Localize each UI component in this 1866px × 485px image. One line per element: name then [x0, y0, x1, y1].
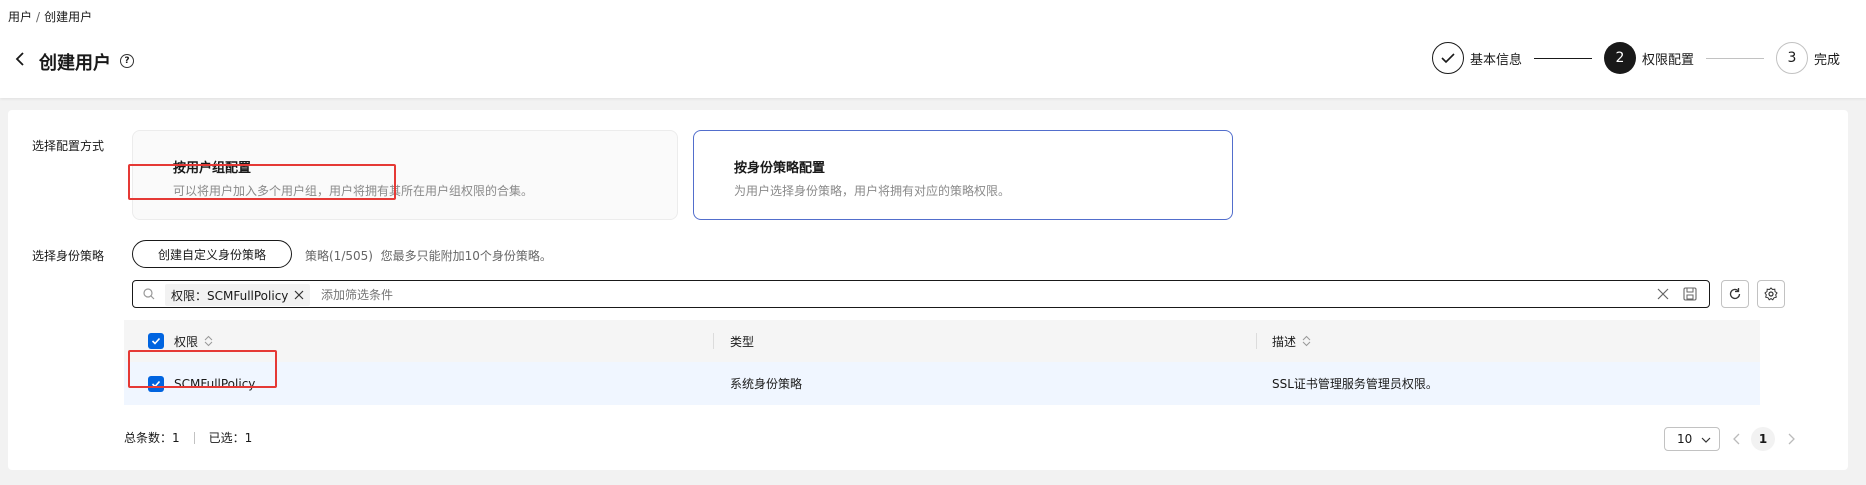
- breadcrumb-current: 创建用户: [44, 10, 93, 24]
- step-connector: [1533, 57, 1592, 59]
- refresh-button[interactable]: [1721, 280, 1749, 308]
- step-done-check-icon: [1431, 42, 1464, 74]
- step-number: 2: [1603, 42, 1636, 74]
- step-label: 完成: [1813, 52, 1840, 68]
- page-title: 创建用户: [39, 53, 111, 74]
- progress-steps: 基本信息 2 权限配置 3 完成: [1431, 42, 1840, 74]
- page-size-value: 10: [1677, 432, 1693, 446]
- mode-title: 按身份策略配置: [734, 161, 826, 176]
- page-number-current[interactable]: 1: [1751, 427, 1775, 451]
- config-mode-label: 选择配置方式: [32, 139, 105, 153]
- table-cell: SSL证书管理服务管理员权限。: [1272, 362, 1438, 405]
- filter-input[interactable]: [321, 285, 621, 305]
- breadcrumb-root[interactable]: 用户: [8, 10, 32, 24]
- next-page-chevron-right-icon[interactable]: [1785, 432, 1797, 446]
- help-icon[interactable]: ?: [120, 54, 134, 68]
- column-header-description: 描述: [1272, 334, 1297, 349]
- policy-description: SSL证书管理服务管理员权限。: [1272, 377, 1438, 391]
- breadcrumb: 用户 / 创建用户: [8, 8, 92, 25]
- remove-filter-close-icon[interactable]: [294, 290, 304, 300]
- page-header: 用户 / 创建用户 创建用户 ? 基本信息 2 权限配置 3 完成: [0, 0, 1866, 98]
- prev-page-chevron-left-icon[interactable]: [1731, 432, 1743, 446]
- search-icon: [143, 288, 155, 300]
- table-header-cell: 类型: [730, 320, 754, 362]
- selected-count: 已选：1: [208, 431, 253, 445]
- checkmark-icon: [151, 337, 161, 345]
- column-divider: [1256, 333, 1257, 349]
- row-highlight-annotation: [128, 350, 277, 388]
- mode-card-identity-policy[interactable]: 按身份策略配置 为用户选择身份策略，用户将拥有对应的策略权限。: [693, 130, 1233, 220]
- step-complete: 3 完成: [1775, 42, 1840, 74]
- sort-icon[interactable]: [204, 335, 213, 347]
- footer-divider: [193, 431, 195, 444]
- filter-search-bar[interactable]: 权限：SCMFullPolicy: [132, 280, 1710, 308]
- back-arrow-icon[interactable]: [12, 50, 30, 68]
- step-basic-info: 基本信息: [1431, 42, 1522, 74]
- chevron-down-icon: [1701, 437, 1711, 443]
- total-count: 总条数：1: [124, 431, 180, 445]
- table-row[interactable]: SCMFullPolicy 系统身份策略 SSL证书管理服务管理员权限。: [124, 362, 1760, 405]
- step-label: 基本信息: [1469, 52, 1522, 68]
- gear-icon: [1764, 287, 1778, 301]
- search-highlight-annotation: [128, 164, 396, 200]
- column-divider: [713, 333, 714, 349]
- settings-button[interactable]: [1757, 280, 1785, 308]
- table-summary: 总条数：1 已选：1: [124, 429, 252, 446]
- policy-table: 权限 类型 描述 SCMFullPolicy 系统身份策略 SSL证书管理服务管…: [124, 320, 1760, 405]
- policy-count-text: 策略(1/505) 您最多只能附加10个身份策略。: [305, 249, 552, 263]
- policy-select-label: 选择身份策略: [32, 249, 105, 263]
- filter-chip: 权限：SCMFullPolicy: [165, 284, 311, 306]
- page-size-select[interactable]: 10: [1664, 427, 1720, 451]
- step-number: 3: [1775, 42, 1808, 74]
- clear-search-close-icon[interactable]: [1657, 288, 1669, 300]
- breadcrumb-separator: /: [36, 10, 41, 24]
- mode-description: 为用户选择身份策略，用户将拥有对应的策略权限。: [734, 184, 1011, 198]
- table-header: 权限 类型 描述: [124, 320, 1760, 362]
- sort-icon[interactable]: [1302, 335, 1311, 347]
- step-permission-config: 2 权限配置: [1603, 42, 1694, 74]
- column-header-permission: 权限: [174, 334, 199, 349]
- table-cell: 系统身份策略: [730, 362, 802, 405]
- select-all-checkbox[interactable]: [148, 333, 164, 349]
- policy-type: 系统身份策略: [730, 377, 803, 391]
- step-label: 权限配置: [1641, 52, 1694, 68]
- create-custom-policy-button[interactable]: 创建自定义身份策略: [132, 240, 292, 268]
- refresh-icon: [1729, 288, 1741, 300]
- save-filter-icon[interactable]: [1683, 287, 1697, 301]
- column-header-type: 类型: [730, 334, 755, 349]
- step-connector: [1705, 57, 1764, 59]
- table-header-cell: 描述: [1272, 320, 1311, 362]
- filter-chip-text: 权限：SCMFullPolicy: [171, 288, 289, 303]
